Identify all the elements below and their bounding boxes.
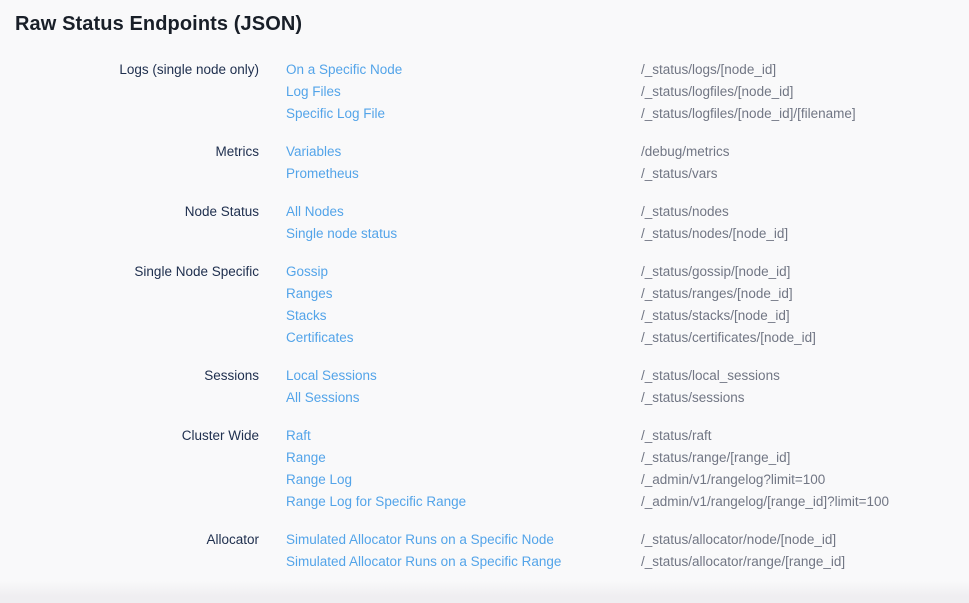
category-sessions: Sessions: [15, 365, 259, 409]
endpoint-link[interactable]: Range Log: [286, 469, 641, 491]
endpoint-row: Stacks /_status/stacks/[node_id]: [286, 305, 954, 327]
endpoint-row: Range Log for Specific Range /_admin/v1/…: [286, 491, 954, 513]
endpoint-path: /_status/allocator/range/[range_id]: [641, 551, 954, 573]
endpoint-row: On a Specific Node /_status/logs/[node_i…: [286, 59, 954, 81]
endpoint-path: /_admin/v1/rangelog?limit=100: [641, 469, 954, 491]
category-logs: Logs (single node only): [15, 59, 259, 125]
endpoint-row: Raft /_status/raft: [286, 425, 954, 447]
entries-sessions: Local Sessions /_status/local_sessions A…: [286, 365, 954, 409]
endpoint-link[interactable]: Variables: [286, 141, 641, 163]
entries-single-node-specific: Gossip /_status/gossip/[node_id] Ranges …: [286, 261, 954, 349]
endpoint-row: Local Sessions /_status/local_sessions: [286, 365, 954, 387]
endpoint-path: /_status/gossip/[node_id]: [641, 261, 954, 283]
endpoint-path: /_status/stacks/[node_id]: [641, 305, 954, 327]
endpoint-path: /_status/nodes: [641, 201, 954, 223]
endpoint-row: Specific Log File /_status/logfiles/[nod…: [286, 103, 954, 125]
group-metrics: Metrics Variables /debug/metrics Prometh…: [15, 141, 954, 185]
endpoint-link[interactable]: Ranges: [286, 283, 641, 305]
endpoint-link[interactable]: Local Sessions: [286, 365, 641, 387]
entries-metrics: Variables /debug/metrics Prometheus /_st…: [286, 141, 954, 185]
endpoint-path: /_status/vars: [641, 163, 954, 185]
endpoint-link[interactable]: Range: [286, 447, 641, 469]
endpoint-row: Single node status /_status/nodes/[node_…: [286, 223, 954, 245]
group-single-node-specific: Single Node Specific Gossip /_status/gos…: [15, 261, 954, 349]
group-sessions: Sessions Local Sessions /_status/local_s…: [15, 365, 954, 409]
endpoint-path: /_status/logs/[node_id]: [641, 59, 954, 81]
endpoint-row: All Nodes /_status/nodes: [286, 201, 954, 223]
category-cluster-wide: Cluster Wide: [15, 425, 259, 513]
endpoint-link[interactable]: Simulated Allocator Runs on a Specific N…: [286, 529, 641, 551]
group-node-status: Node Status All Nodes /_status/nodes Sin…: [15, 201, 954, 245]
endpoint-row: Range Log /_admin/v1/rangelog?limit=100: [286, 469, 954, 491]
endpoint-path: /_status/sessions: [641, 387, 954, 409]
endpoint-link[interactable]: Simulated Allocator Runs on a Specific R…: [286, 551, 641, 573]
raw-status-endpoints-page: Raw Status Endpoints (JSON) Logs (single…: [0, 0, 969, 573]
endpoint-path: /_status/logfiles/[node_id]/[filename]: [641, 103, 954, 125]
endpoint-path: /_status/local_sessions: [641, 365, 954, 387]
endpoint-row: Ranges /_status/ranges/[node_id]: [286, 283, 954, 305]
endpoint-path: /_status/logfiles/[node_id]: [641, 81, 954, 103]
endpoint-path: /_status/nodes/[node_id]: [641, 223, 954, 245]
endpoint-row: Range /_status/range/[range_id]: [286, 447, 954, 469]
endpoint-row: Simulated Allocator Runs on a Specific N…: [286, 529, 954, 551]
group-logs: Logs (single node only) On a Specific No…: [15, 59, 954, 125]
endpoint-path: /_status/certificates/[node_id]: [641, 327, 954, 349]
endpoint-link[interactable]: Log Files: [286, 81, 641, 103]
endpoint-row: Variables /debug/metrics: [286, 141, 954, 163]
endpoint-link[interactable]: Prometheus: [286, 163, 641, 185]
endpoint-path: /_status/range/[range_id]: [641, 447, 954, 469]
endpoint-row: Prometheus /_status/vars: [286, 163, 954, 185]
category-single-node-specific: Single Node Specific: [15, 261, 259, 349]
category-node-status: Node Status: [15, 201, 259, 245]
endpoint-link[interactable]: On a Specific Node: [286, 59, 641, 81]
entries-cluster-wide: Raft /_status/raft Range /_status/range/…: [286, 425, 954, 513]
entries-allocator: Simulated Allocator Runs on a Specific N…: [286, 529, 954, 573]
endpoint-row: Log Files /_status/logfiles/[node_id]: [286, 81, 954, 103]
endpoint-link[interactable]: Stacks: [286, 305, 641, 327]
endpoint-link[interactable]: Certificates: [286, 327, 641, 349]
endpoint-link[interactable]: Single node status: [286, 223, 641, 245]
endpoint-path: /_status/ranges/[node_id]: [641, 283, 954, 305]
endpoint-path: /_status/allocator/node/[node_id]: [641, 529, 954, 551]
endpoint-link[interactable]: Specific Log File: [286, 103, 641, 125]
endpoint-link[interactable]: All Nodes: [286, 201, 641, 223]
endpoint-path: /_admin/v1/rangelog/[range_id]?limit=100: [641, 491, 954, 513]
category-metrics: Metrics: [15, 141, 259, 185]
endpoint-row: Certificates /_status/certificates/[node…: [286, 327, 954, 349]
endpoint-path: /debug/metrics: [641, 141, 954, 163]
group-cluster-wide: Cluster Wide Raft /_status/raft Range /_…: [15, 425, 954, 513]
endpoint-row: Gossip /_status/gossip/[node_id]: [286, 261, 954, 283]
endpoint-link[interactable]: Raft: [286, 425, 641, 447]
entries-node-status: All Nodes /_status/nodes Single node sta…: [286, 201, 954, 245]
endpoint-path: /_status/raft: [641, 425, 954, 447]
page-title: Raw Status Endpoints (JSON): [15, 14, 954, 35]
endpoint-link[interactable]: Gossip: [286, 261, 641, 283]
endpoint-link[interactable]: Range Log for Specific Range: [286, 491, 641, 513]
category-allocator: Allocator: [15, 529, 259, 573]
endpoint-row: All Sessions /_status/sessions: [286, 387, 954, 409]
endpoint-link[interactable]: All Sessions: [286, 387, 641, 409]
group-allocator: Allocator Simulated Allocator Runs on a …: [15, 529, 954, 573]
endpoint-row: Simulated Allocator Runs on a Specific R…: [286, 551, 954, 573]
entries-logs: On a Specific Node /_status/logs/[node_i…: [286, 59, 954, 125]
footer-divider: [0, 581, 969, 603]
